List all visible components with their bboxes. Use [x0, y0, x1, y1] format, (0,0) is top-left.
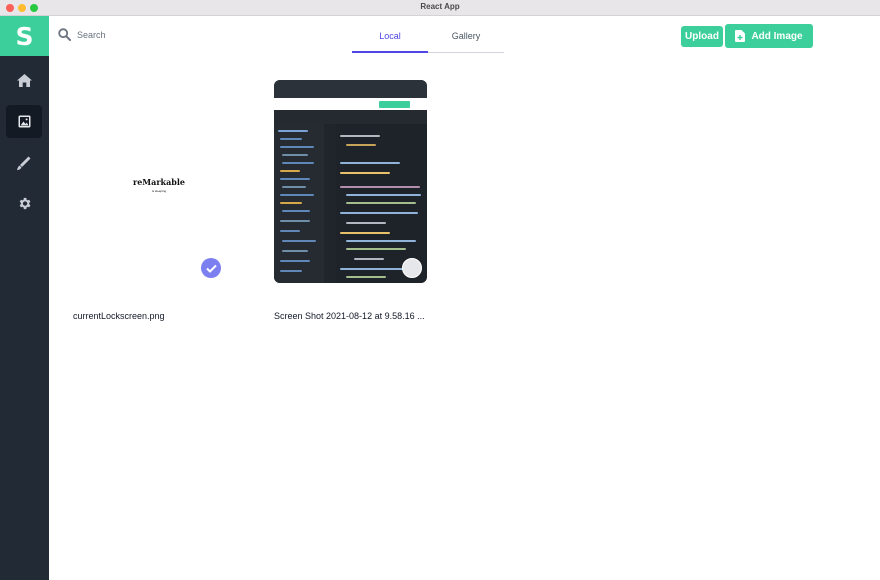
image-card[interactable]: Screen Shot 2021-08-12 at 9.58.16 ... [274, 80, 427, 321]
sidebar-item-home[interactable] [6, 64, 42, 97]
image-caption: Screen Shot 2021-08-12 at 9.58.16 ... [274, 311, 425, 321]
image-thumbnail[interactable] [274, 80, 427, 283]
sidebar-item-draw[interactable] [6, 146, 42, 179]
search-label: Search [77, 29, 106, 40]
gear-icon [19, 197, 30, 210]
add-image-label: Add Image [751, 30, 803, 42]
tab-gallery[interactable]: Gallery [428, 22, 504, 53]
window-title: React App [420, 2, 460, 11]
tab-local[interactable]: Local [352, 22, 428, 53]
select-toggle[interactable] [402, 258, 422, 278]
app-logo[interactable]: S [0, 16, 49, 56]
screenshot-preview [274, 80, 427, 283]
image-card[interactable]: reMarkable is sleeping currentLockscreen… [73, 80, 226, 321]
image-icon [18, 115, 30, 128]
lockscreen-preview: reMarkable is sleeping [129, 177, 189, 193]
upload-button[interactable]: Upload [681, 26, 723, 47]
sidebar-item-settings[interactable] [6, 187, 42, 220]
preview-brand-text: reMarkable [132, 177, 185, 187]
sidebar-item-images[interactable] [6, 105, 42, 138]
view-tabs: Local Gallery [352, 22, 504, 53]
add-image-button[interactable]: Add Image [725, 24, 813, 48]
window-titlebar: React App [0, 0, 880, 16]
selected-check-icon[interactable] [201, 258, 221, 278]
file-plus-icon [735, 30, 746, 42]
pen-icon [17, 156, 31, 170]
image-caption: currentLockscreen.png [73, 311, 165, 321]
search-box[interactable]: Search [58, 28, 106, 41]
preview-sub-text: is sleeping [151, 189, 167, 193]
home-icon [16, 74, 32, 87]
image-thumbnail[interactable]: reMarkable is sleeping [73, 80, 226, 283]
sidebar: S [0, 16, 49, 580]
search-icon [58, 28, 71, 41]
